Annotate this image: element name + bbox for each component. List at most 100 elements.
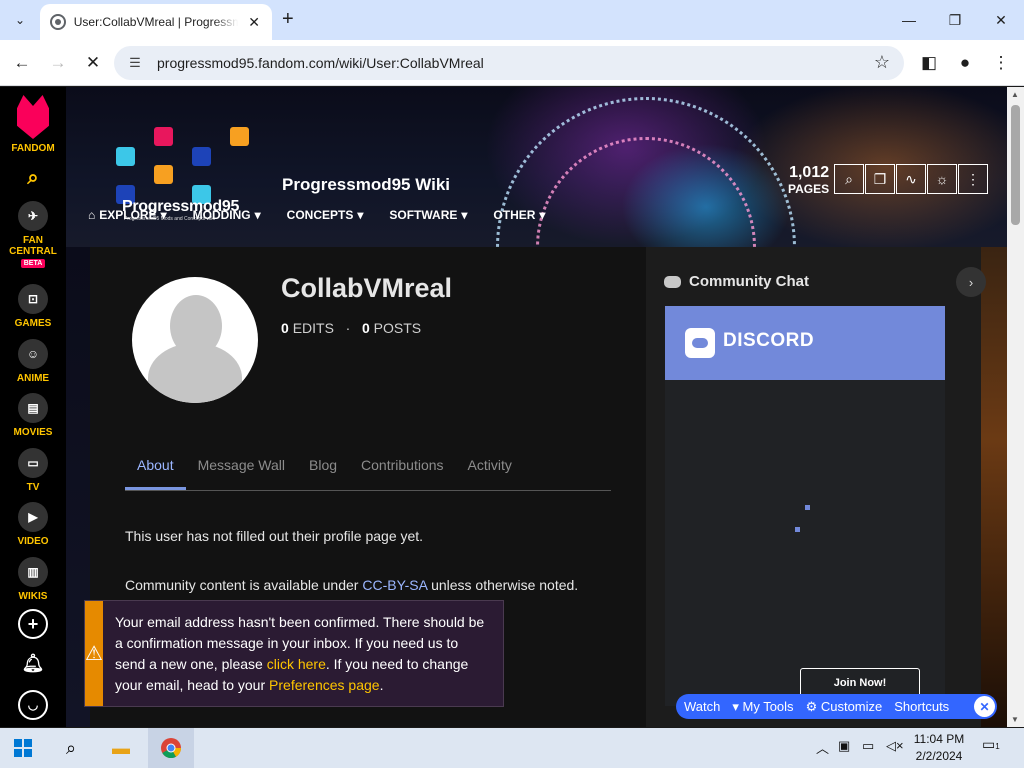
empty-profile-message: This user has not filled out their profi… [125,528,424,544]
license-suffix: unless otherwise noted. [427,577,579,593]
theme-toggle-icon[interactable]: ☼ [927,164,957,194]
discussions-icon[interactable]: ❐ [865,164,895,194]
minimize-button[interactable]: — [886,0,932,40]
avatar [132,277,258,403]
page-scrollbar[interactable]: ▲ ▼ [1007,87,1024,727]
more-icon[interactable]: ⋮ [958,164,988,194]
scroll-up-icon[interactable]: ▲ [1011,90,1019,99]
rocket-icon: ✈ [18,201,48,231]
tab-activity[interactable]: Activity [456,452,524,490]
warning-icon: ⚠ [85,601,103,706]
side-panel-icon[interactable]: ◧ [916,50,942,76]
fandom-global-nav: FANDOM ⌕ ✈ FAN CENTRAL BETA ⊡ GAMES ☺ AN… [0,87,66,727]
site-info-icon[interactable]: ☰ [126,54,144,72]
create-plus-icon[interactable]: + [0,609,66,643]
menu-icon[interactable]: ⋮ [988,50,1014,76]
search-icon[interactable]: ⌕ [48,728,94,768]
chrome-icon[interactable] [148,728,194,768]
collapse-rail-chevron-icon[interactable]: › [956,267,986,297]
gnav-movies[interactable]: ▤ MOVIES [0,393,66,438]
my-tools-button[interactable]: ▾ My Tools [732,699,793,715]
gnav-video[interactable]: ▶ VIDEO [0,502,66,547]
posts-count: 0 [361,320,370,336]
forward-button[interactable]: → [45,50,71,76]
file-explorer-icon[interactable]: ▬ [98,728,144,768]
gnav-label: MOVIES [13,427,53,438]
click-here-link[interactable]: click here [267,656,326,672]
system-clock[interactable]: 11:04 PM 2/2/2024 [906,731,972,765]
windows-taskbar: ⌕ ▬ ︿ ▣ ▭ ◁× 11:04 PM 2/2/2024 ▭1 [0,728,1024,768]
gnav-fan-central[interactable]: ✈ FAN CENTRAL BETA [0,201,66,268]
display-icon[interactable]: ▭ [862,738,874,754]
tray-chevron-icon[interactable]: ︿ [816,738,829,757]
posts-label[interactable]: POSTS [374,320,421,336]
gnav-wikis[interactable]: ▥ WIKIS [0,557,66,602]
wiki-logo[interactable]: Progressmod95 Progressmod95 Mods and Con… [90,121,266,249]
nav-label: OTHER [493,208,536,222]
tab-title: User:CollabVMreal | Progressmod95 Wiki |… [73,15,239,29]
close-tab-icon[interactable]: ✕ [246,14,262,31]
page-tools-bar: Watch ▾ My Tools ⚙ Customize Shortcuts ✕ [676,694,997,719]
nav-label: SOFTWARE [389,208,458,222]
play-icon: ▶ [18,502,48,532]
tab-blog[interactable]: Blog [297,452,349,490]
bookmark-star-icon[interactable]: ☆ [874,52,890,73]
fandom-home-link[interactable]: FANDOM [0,95,66,154]
license-link[interactable]: CC-BY-SA [362,577,427,593]
clapperboard-icon: ▤ [18,393,48,423]
pages-label: PAGES [788,182,830,196]
discord-wordmark: DISCORD [723,330,815,351]
customize-label: Customize [820,698,883,714]
restore-button[interactable]: ❐ [932,0,978,40]
scrollbar-thumb[interactable] [1011,105,1020,225]
tab-about[interactable]: About [125,452,186,490]
tv-icon: ▭ [18,448,48,478]
tab-contributions[interactable]: Contributions [349,452,456,490]
stop-loading-button[interactable]: ✕ [80,50,106,76]
nav-explore[interactable]: ⌂ EXPLORE ▾ [88,208,167,222]
nav-other[interactable]: OTHER ▾ [493,208,545,222]
notifications-bell-icon[interactable]: 🔔︎ [0,653,66,674]
nav-software[interactable]: SOFTWARE ▾ [389,208,467,222]
clock-date: 2/2/2024 [915,749,963,763]
discord-icon [664,275,681,288]
address-bar[interactable]: ☰ progressmod95.fandom.com/wiki/User:Col… [114,46,904,80]
shortcuts-button[interactable]: Shortcuts [894,699,949,714]
network-icon[interactable]: ▣ [838,738,850,754]
email-confirmation-banner: ⚠ Your email address hasn't been confirm… [84,600,504,707]
profile-tabs: About Message Wall Blog Contributions Ac… [125,452,611,491]
notification-center-icon[interactable]: ▭1 [982,736,1006,758]
gnav-anime[interactable]: ☺ ANIME [0,339,66,384]
gnav-games[interactable]: ⊡ GAMES [0,284,66,329]
watch-button[interactable]: Watch [684,699,720,714]
nav-modding[interactable]: MODDING ▾ [193,208,261,222]
user-account-icon[interactable]: ◡ [0,690,66,724]
volume-muted-icon[interactable]: ◁× [886,738,904,754]
close-window-button[interactable]: ✕ [978,0,1024,40]
scroll-down-icon[interactable]: ▼ [1011,715,1019,724]
nav-concepts[interactable]: CONCEPTS ▾ [287,208,364,222]
search-icon[interactable]: ⌕ [0,167,66,190]
nav-label: CONCEPTS [286,208,354,222]
edits-count: 0 [281,320,289,336]
fandom-brand-label: FANDOM [11,143,55,154]
profile-icon[interactable]: ● [952,50,978,76]
browser-tab[interactable]: User:CollabVMreal | Progressmod95 Wiki |… [40,4,272,40]
pages-count: 1,012 [789,164,830,181]
tab-search-button[interactable]: ⌄ [8,8,32,32]
customize-button[interactable]: ⚙ Customize [806,699,883,715]
search-icon[interactable]: ⌕ [834,164,864,194]
preferences-link[interactable]: Preferences page [269,677,380,693]
close-toolbar-icon[interactable]: ✕ [974,696,995,717]
recent-changes-icon[interactable]: ∿ [896,164,926,194]
start-button[interactable] [0,728,46,768]
gnav-label: WIKIS [18,591,48,602]
new-tab-button[interactable]: + [282,9,294,29]
gnav-tv[interactable]: ▭ TV [0,448,66,493]
profile-username: CollabVMreal [281,273,453,303]
tab-message-wall[interactable]: Message Wall [186,452,297,490]
back-button[interactable]: ← [9,50,35,76]
edits-label[interactable]: EDITS [293,320,334,336]
wiki-name[interactable]: Progressmod95 Wiki [282,175,450,195]
book-icon: ▥ [18,557,48,587]
